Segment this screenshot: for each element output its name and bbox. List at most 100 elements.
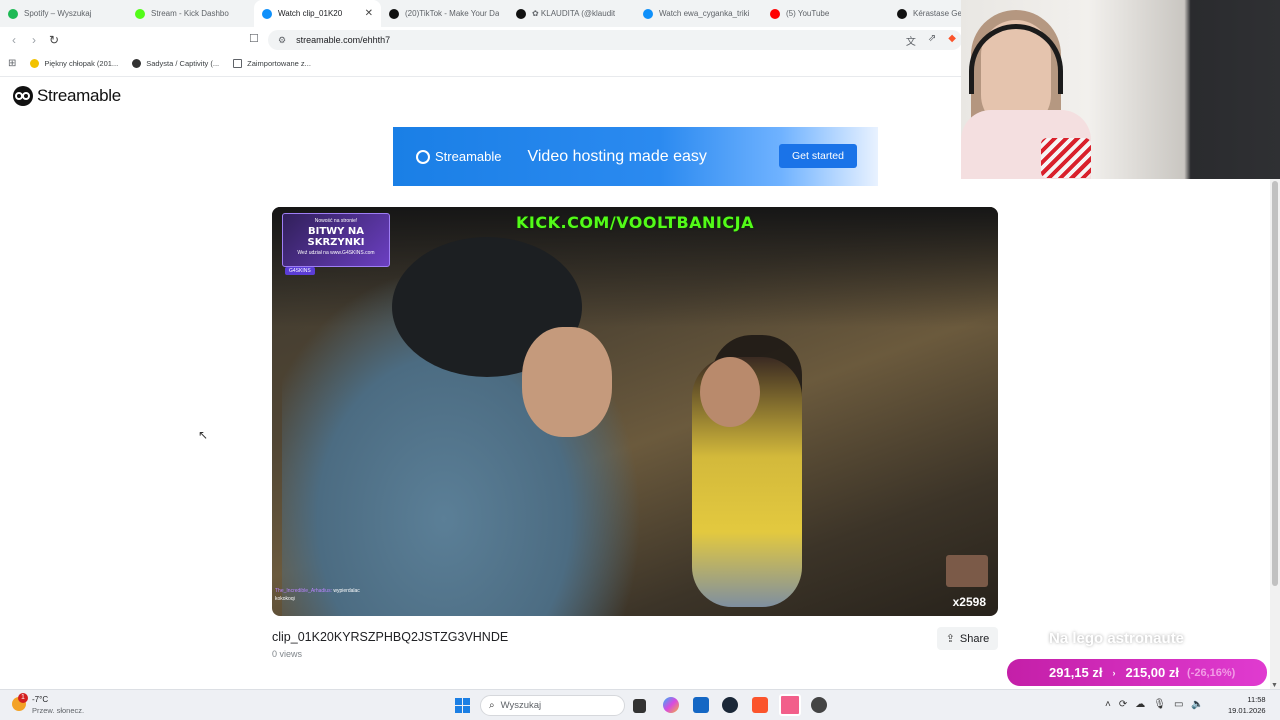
browser-tab-1[interactable]: Stream - Kick Dashbo [127, 0, 254, 27]
brave-icon[interactable] [752, 697, 768, 713]
price-old: 291,15 zł [1049, 665, 1103, 680]
get-started-button[interactable]: Get started [779, 144, 857, 168]
taskbar-search[interactable]: ⌕ Wyszukaj [480, 695, 625, 716]
translate-icon[interactable]: 文 [906, 33, 916, 48]
folder-icon [233, 58, 243, 68]
promo-overlay: Nowość na stronie! BITWY NA SKRZYNKI Weź… [282, 213, 390, 275]
system-tray: ˄ ⟳ ☁ 🎙 ▭ 🔈 [1105, 699, 1204, 710]
share-page-icon[interactable]: ⇗ [928, 33, 936, 48]
bookmark-icon[interactable]: ☐ [249, 32, 259, 45]
copilot-icon[interactable] [663, 697, 679, 713]
cloud-icon[interactable]: ☁ [1135, 699, 1145, 710]
notification-badge: 1 [18, 693, 28, 703]
promo-line1: Nowość na stronie! [314, 218, 358, 224]
scrollbar-thumb[interactable] [1272, 181, 1278, 586]
taskbar: 1 -7°C Przew. słonecz. ⌕ Wyszukaj ˄ ⟳ ☁ … [0, 689, 1280, 720]
tab-label: (5) YouTube [786, 9, 830, 18]
bookmark-item-1[interactable]: Sadysta / Captivity (... [132, 58, 220, 68]
network-icon[interactable]: ▭ [1174, 699, 1183, 710]
ad-tagline: Video hosting made easy [527, 147, 707, 165]
ad-brand: Streamable [416, 149, 501, 164]
apps-grid-icon[interactable]: ⊞ [8, 58, 16, 69]
webcam-overlay [961, 0, 1280, 179]
streamlabs-icon[interactable] [779, 694, 801, 716]
share-button[interactable]: ⇪ Share [937, 627, 998, 650]
chat-username: The_Incredible_Arhadius: [275, 588, 332, 594]
file-explorer-icon[interactable] [633, 699, 646, 713]
bookmark-label: Sadysta / Captivity (... [146, 58, 220, 68]
close-tab-icon[interactable]: ✕ [365, 8, 373, 19]
tab-label: (20)TikTok - Make Your Da [405, 9, 500, 18]
bookmark-favicon [132, 58, 142, 68]
browser-tab-5[interactable]: Watch ewa_cyganka_triki [635, 0, 762, 27]
weather-widget[interactable]: 1 -7°C Przew. słonecz. [12, 693, 85, 715]
youtube-icon [770, 8, 780, 19]
streamable-icon [643, 8, 653, 19]
browser-tab-4[interactable]: ✿ KLAUDITA (@klaudit [508, 0, 635, 27]
bookmark-folder[interactable]: Zaimportowane z... [233, 58, 311, 68]
video-face-right [700, 357, 760, 427]
webcam-object [1041, 138, 1091, 178]
price-new: 215,00 zł [1125, 665, 1180, 680]
app-icon[interactable] [811, 697, 827, 713]
volume-icon[interactable]: 🔈 [1191, 699, 1203, 710]
page-scrollbar[interactable]: ▼ [1270, 179, 1280, 689]
store-icon[interactable] [693, 697, 709, 713]
forward-button[interactable]: › [24, 33, 44, 47]
site-info-icon[interactable]: ⚙ [278, 35, 286, 46]
steam-icon[interactable] [722, 697, 738, 713]
url-field[interactable]: ⚙ streamable.com/ehhth7 文 ⇗ ◆ [268, 30, 962, 50]
back-button[interactable]: ‹ [4, 33, 24, 47]
weather-sun-icon: 1 [12, 693, 28, 711]
sync-icon[interactable]: ⟳ [1119, 699, 1127, 710]
chat-overlay: The_Incredible_Arhadius: wyp​ierdalac ko… [275, 587, 360, 603]
browser-tab-6[interactable]: (5) YouTube [762, 0, 889, 27]
emote-count: x2598 [952, 595, 986, 609]
ad-banner[interactable]: Streamable Video hosting made easy Get s… [393, 127, 878, 186]
streamable-logo[interactable]: Streamable [13, 86, 121, 106]
brave-shield-icon[interactable]: ◆ [948, 33, 956, 48]
clip-title: clip_01K20KYRSZPHBQ2JSTZG3VHNDE [272, 630, 509, 644]
weather-desc: Przew. słonecz. [32, 706, 85, 715]
browser-tab-0[interactable]: Spotify – Wyszukaj [0, 0, 127, 27]
kick-icon [135, 8, 145, 19]
streamable-logo-icon [416, 149, 430, 164]
promo-line3: Weź udział na www.G4SKINS.com [297, 250, 375, 256]
video-face [522, 327, 612, 437]
weather-temp: -7°C [32, 695, 49, 704]
tab-label: Spotify – Wyszukaj [24, 9, 92, 18]
promo-line2: BITWY NA SKRZYNKI [307, 226, 365, 248]
browser-tab-3[interactable]: (20)TikTok - Make Your Da [381, 0, 508, 27]
bookmarks-bar: ⊞ Piękny chłopak (201... Sadysta / Capti… [0, 53, 962, 73]
emote-image [946, 555, 988, 587]
start-button[interactable] [455, 698, 470, 713]
price-overlay: 291,15 zł › 215,00 zł (-26,16%) [1007, 659, 1267, 686]
tab-label: Watch ewa_cyganka_triki [659, 9, 750, 18]
kerastase-icon [897, 8, 907, 19]
promo-badge: G4SKINS [285, 267, 315, 275]
ad-brand-text: Streamable [435, 149, 502, 164]
price-discount: (-26,16%) [1187, 666, 1236, 679]
mouse-cursor-icon: ↖ [198, 428, 209, 442]
view-count: 0 views [272, 649, 303, 659]
microphone-icon[interactable]: 🎙 [1153, 699, 1166, 710]
bookmark-label: Zaimportowane z... [247, 58, 311, 68]
tiktok-icon [516, 8, 526, 19]
bookmark-item-0[interactable]: Piękny chłopak (201... [30, 58, 118, 68]
clock[interactable]: 11:58 19.01.2026 [1228, 694, 1266, 716]
scroll-down-icon[interactable]: ▼ [1271, 682, 1278, 689]
tab-label: ✿ KLAUDITA (@klaudit [532, 9, 616, 18]
browser-tab-2[interactable]: Watch clip_01K20 ✕ [254, 0, 381, 27]
tiktok-icon [389, 8, 399, 19]
chat-message-2: kokokoqi [275, 596, 295, 602]
reload-button[interactable]: ↻ [44, 33, 64, 47]
tab-label: Kérastase Gen [913, 9, 967, 18]
logo-text: Streamable [37, 86, 121, 105]
tab-label: Watch clip_01K20 [278, 9, 343, 18]
search-icon: ⌕ [489, 700, 495, 711]
arrow-icon: › [1112, 667, 1116, 678]
video-player[interactable]: KICK.COM/VOOLTBANICJA Nowość na stronie!… [272, 207, 998, 616]
chat-message: wyp​ierdalac [333, 588, 360, 594]
chevron-up-icon[interactable]: ˄ [1105, 699, 1111, 710]
bookmark-favicon [30, 58, 40, 68]
